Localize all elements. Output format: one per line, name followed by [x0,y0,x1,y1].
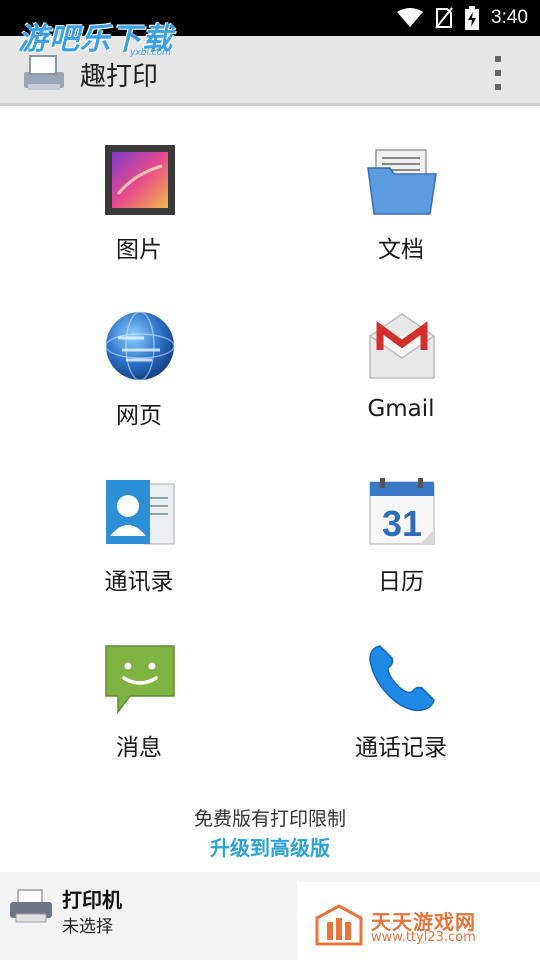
menu-dot [495,56,501,62]
tile-messages[interactable]: 消息 [4,604,274,770]
ad-watermark: 天天游戏网 www.ttyl23.com [297,882,540,960]
menu-dot [495,70,501,76]
tile-contacts[interactable]: 通讯录 [4,438,274,604]
phone-icon [369,645,435,712]
wifi-icon [397,8,424,27]
printer-icon [10,889,52,923]
photo-icon [105,145,175,215]
folder-icon [367,149,437,215]
app-title: 趣打印 [80,62,159,92]
free-version-notice: 免费版有打印限制 [193,808,346,830]
tile-documents[interactable]: 文档 [266,106,536,272]
gmail-icon [369,313,435,379]
contacts-icon [106,480,175,545]
no-sim-icon [435,7,453,29]
status-icons: 3:40 [397,0,528,36]
menu-dot [495,84,501,90]
message-icon [105,645,175,714]
site-logo-icon [315,904,363,946]
globe-icon [105,311,175,381]
tile-web[interactable]: 网页 [4,272,274,438]
calendar-icon: 31 [369,478,435,545]
tile-label: 消息 [116,735,162,761]
calendar-day: 31 [382,503,422,544]
status-time: 3:40 [491,7,528,28]
tile-call-log[interactable]: 通话记录 [266,604,536,770]
tile-label: Gmail [367,396,435,422]
tile-label: 通讯录 [104,569,174,595]
tile-calendar[interactable]: 31 日历 [266,438,536,604]
ad-url: www.ttyl23.com [371,930,476,945]
tile-label: 图片 [116,237,162,263]
tile-label: 网页 [116,403,162,429]
printer-title: 打印机 [62,888,122,912]
tile-label: 通话记录 [355,735,447,761]
printer-status: 未选择 [62,917,113,937]
tile-label: 文档 [378,237,424,263]
tile-label: 日历 [378,569,424,595]
upgrade-link[interactable]: 升级到高级版 [0,832,540,861]
tile-gmail[interactable]: Gmail [266,272,536,438]
battery-charging-icon [465,6,480,30]
overflow-menu-button[interactable] [486,56,510,90]
tile-photos[interactable]: 图片 [4,106,274,272]
watermark-url: yxbl.com [130,48,171,58]
